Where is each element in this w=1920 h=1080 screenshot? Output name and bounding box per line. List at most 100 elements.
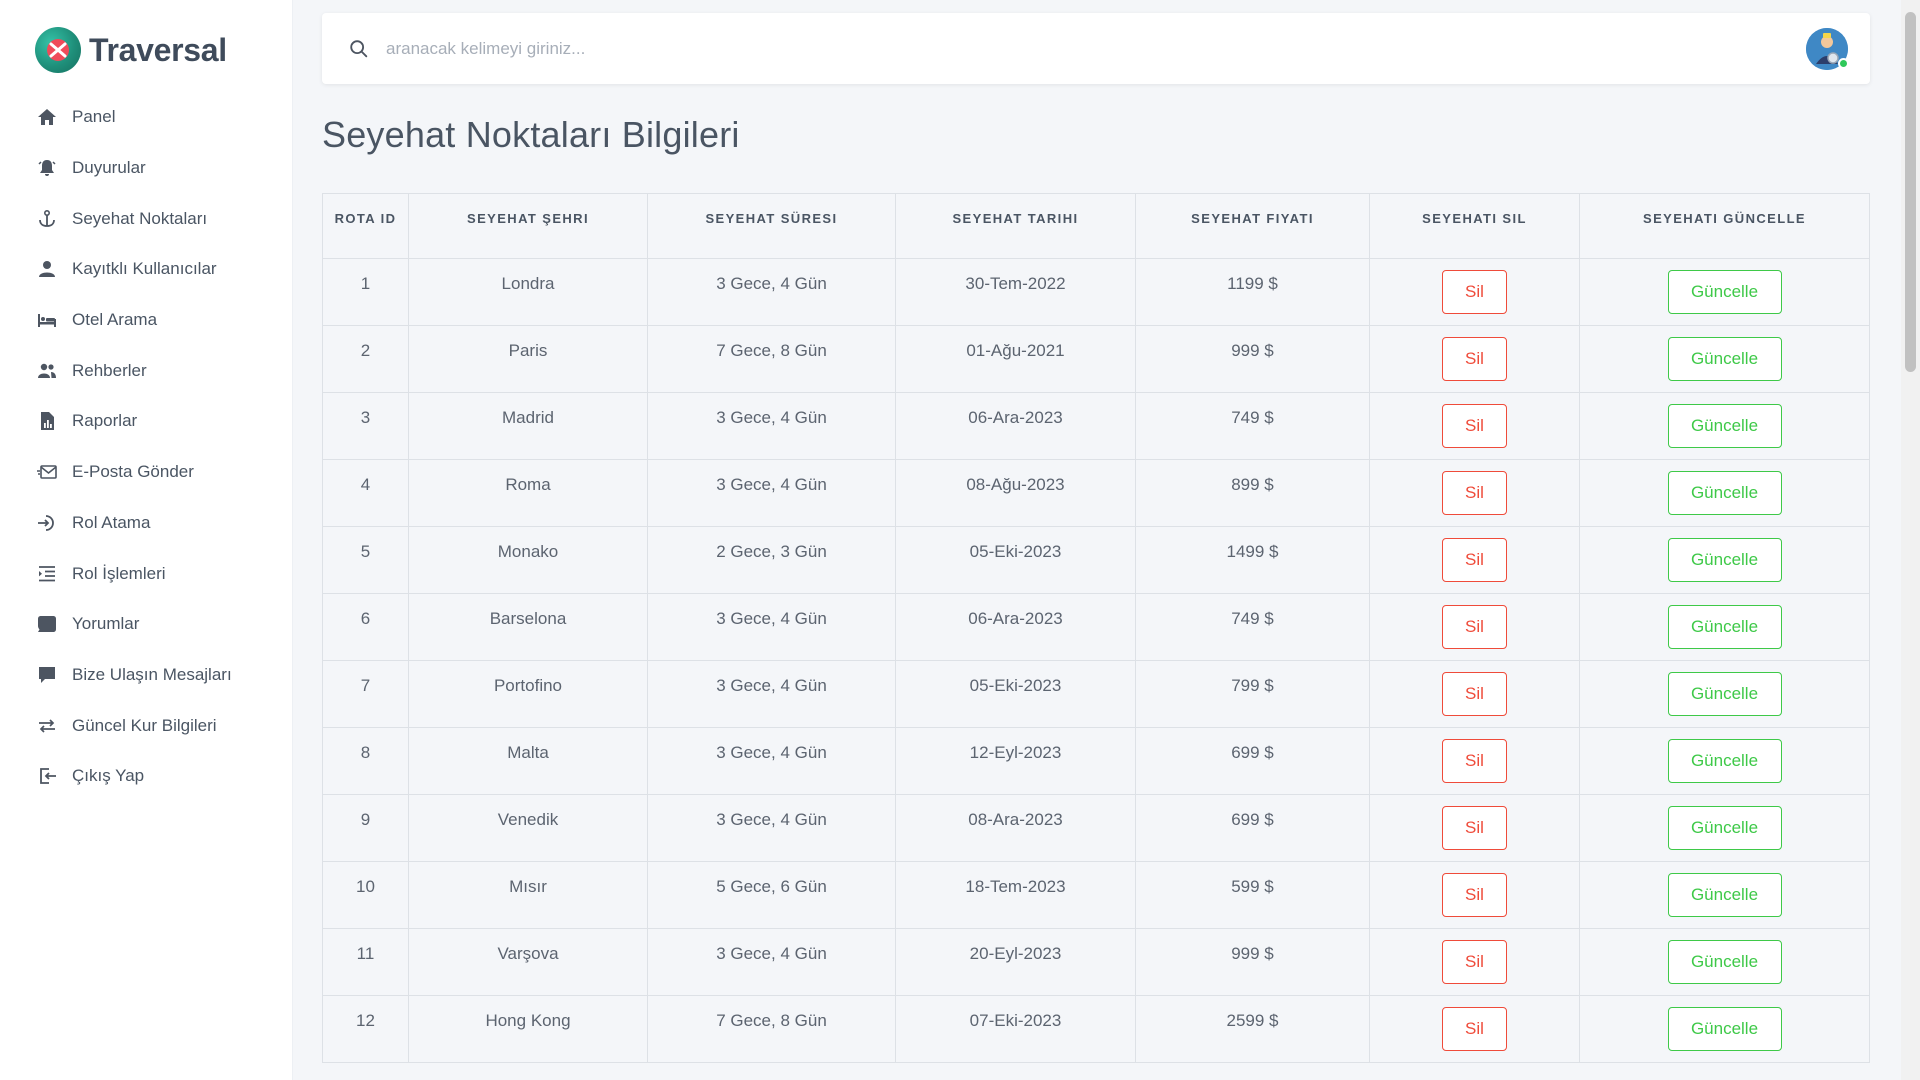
cell-date: 01-Ağu-2021 <box>895 325 1136 393</box>
update-button[interactable]: Güncelle <box>1667 739 1782 783</box>
delete-button[interactable]: Sil <box>1442 404 1507 448</box>
sidebar-item-mail-send[interactable]: E-Posta Gönder <box>0 447 292 498</box>
update-button[interactable]: Güncelle <box>1667 873 1782 917</box>
update-button[interactable]: Güncelle <box>1667 940 1782 984</box>
update-button[interactable]: Güncelle <box>1667 471 1782 515</box>
exchange-icon <box>37 716 57 736</box>
cell-price: 1199 $ <box>1135 258 1370 326</box>
cell-route-id: 7 <box>322 660 409 728</box>
cell-duration: 3 Gece, 4 Gün <box>647 928 896 996</box>
sidebar-item-sign-in[interactable]: Rol Atama <box>0 498 292 549</box>
list-indent-icon <box>37 564 57 584</box>
cell-route-id: 11 <box>322 928 409 996</box>
sidebar-nav: Panel Duyurular Seyehat Noktaları Kayıtklı … <box>0 92 292 802</box>
update-button[interactable]: Güncelle <box>1667 1007 1782 1051</box>
cell-delete: Sil <box>1369 593 1580 661</box>
sidebar-item-sign-out[interactable]: Çıkış Yap <box>0 751 292 802</box>
update-button[interactable]: Güncelle <box>1667 337 1782 381</box>
update-button[interactable]: Güncelle <box>1667 806 1782 850</box>
bed-icon <box>37 310 57 330</box>
cell-route-id: 12 <box>322 995 409 1063</box>
mail-send-icon <box>37 462 57 482</box>
delete-button[interactable]: Sil <box>1442 538 1507 582</box>
header-date[interactable]: SEYEHAT TARIHI <box>895 193 1136 259</box>
brand[interactable]: Traversal <box>0 26 292 74</box>
scrollbar-thumb[interactable] <box>1905 12 1916 372</box>
delete-button[interactable]: Sil <box>1442 605 1507 649</box>
cell-duration: 3 Gece, 4 Gün <box>647 459 896 527</box>
delete-button[interactable]: Sil <box>1442 337 1507 381</box>
avatar[interactable] <box>1806 27 1849 70</box>
sidebar-item-list-indent[interactable]: Rol İşlemleri <box>0 548 292 599</box>
sidebar-item-comment[interactable]: Yorumlar <box>0 599 292 650</box>
search-input[interactable] <box>386 38 1806 59</box>
cell-date: 06-Ara-2023 <box>895 593 1136 661</box>
cell-update: Güncelle <box>1579 325 1870 393</box>
table-row: 6 Barselona 3 Gece, 4 Gün 06-Ara-2023 749 $ S… <box>322 593 1870 661</box>
sidebar-item-home[interactable]: Panel <box>0 92 292 143</box>
page-title: Seyehat Noktaları Bilgileri <box>322 114 740 155</box>
sidebar-item-bed[interactable]: Otel Arama <box>0 295 292 346</box>
cell-duration: 2 Gece, 3 Gün <box>647 526 896 594</box>
update-button[interactable]: Güncelle <box>1667 270 1782 314</box>
page-scrollbar[interactable] <box>1901 0 1920 1080</box>
update-button[interactable]: Güncelle <box>1667 605 1782 649</box>
table-body: 1 Londra 3 Gece, 4 Gün 30-Tem-2022 1199 $ Sil… <box>322 258 1870 1063</box>
delete-button[interactable]: Sil <box>1442 806 1507 850</box>
cell-price: 799 $ <box>1135 660 1370 728</box>
header-route-id[interactable]: ROTA ID <box>322 193 409 259</box>
header-duration[interactable]: SEYEHAT SÜRESI <box>647 193 896 259</box>
table-row: 8 Malta 3 Gece, 4 Gün 12-Eyl-2023 699 $ Sil Gü… <box>322 727 1870 795</box>
cell-route-id: 4 <box>322 459 409 527</box>
cell-date: 12-Eyl-2023 <box>895 727 1136 795</box>
table-row: 1 Londra 3 Gece, 4 Gün 30-Tem-2022 1199 $ Sil… <box>322 258 1870 326</box>
sidebar-item-exchange[interactable]: Güncel Kur Bilgileri <box>0 700 292 751</box>
sidebar-item-bell[interactable]: Duyurular <box>0 143 292 194</box>
cell-city: Monako <box>408 526 648 594</box>
search-icon[interactable] <box>348 38 370 60</box>
cell-delete: Sil <box>1369 325 1580 393</box>
cell-price: 699 $ <box>1135 727 1370 795</box>
delete-button[interactable]: Sil <box>1442 270 1507 314</box>
cell-delete: Sil <box>1369 392 1580 460</box>
bell-icon <box>37 158 57 178</box>
delete-button[interactable]: Sil <box>1442 873 1507 917</box>
sign-out-icon <box>37 766 57 786</box>
sidebar-item-users[interactable]: Rehberler <box>0 345 292 396</box>
delete-button[interactable]: Sil <box>1442 672 1507 716</box>
update-button[interactable]: Güncelle <box>1667 672 1782 716</box>
sidebar-item-label: Çıkış Yap <box>72 766 145 786</box>
sidebar-item-message[interactable]: Bize Ulaşın Mesajları <box>0 650 292 701</box>
header-price[interactable]: SEYEHAT FIYATI <box>1135 193 1370 259</box>
cell-route-id: 9 <box>322 794 409 862</box>
sidebar-item-label: Seyehat Noktaları <box>72 208 208 228</box>
sidebar-item-report[interactable]: Raporlar <box>0 396 292 447</box>
delete-button[interactable]: Sil <box>1442 1007 1507 1051</box>
sidebar-item-label: Panel <box>72 107 116 127</box>
sidebar-item-label: Rol Atama <box>72 512 151 532</box>
cell-city: Paris <box>408 325 648 393</box>
cell-city: Barselona <box>408 593 648 661</box>
cell-route-id: 8 <box>322 727 409 795</box>
delete-button[interactable]: Sil <box>1442 471 1507 515</box>
cell-city: Venedik <box>408 794 648 862</box>
update-button[interactable]: Güncelle <box>1667 404 1782 448</box>
cell-duration: 3 Gece, 4 Gün <box>647 794 896 862</box>
sidebar-item-user[interactable]: Kayıtklı Kullanıcılar <box>0 244 292 295</box>
table-row: 2 Paris 7 Gece, 8 Gün 01-Ağu-2021 999 $ Sil Gü… <box>322 325 1870 393</box>
update-button[interactable]: Güncelle <box>1667 538 1782 582</box>
delete-button[interactable]: Sil <box>1442 940 1507 984</box>
cell-delete: Sil <box>1369 660 1580 728</box>
delete-button[interactable]: Sil <box>1442 739 1507 783</box>
sidebar-item-label: Otel Arama <box>72 310 158 330</box>
header-city[interactable]: SEYEHAT ŞEHRI <box>408 193 648 259</box>
sidebar-item-label: Rol İşlemleri <box>72 563 166 583</box>
table-row: 10 Mısır 5 Gece, 6 Gün 18-Tem-2023 599 $ Sil G… <box>322 861 1870 929</box>
sidebar-item-anchor[interactable]: Seyehat Noktaları <box>0 193 292 244</box>
cell-city: Malta <box>408 727 648 795</box>
online-status-dot <box>1838 57 1849 69</box>
cell-route-id: 5 <box>322 526 409 594</box>
cell-price: 749 $ <box>1135 593 1370 661</box>
cell-route-id: 1 <box>322 258 409 326</box>
header-delete: SEYEHATI SIL <box>1369 193 1580 259</box>
